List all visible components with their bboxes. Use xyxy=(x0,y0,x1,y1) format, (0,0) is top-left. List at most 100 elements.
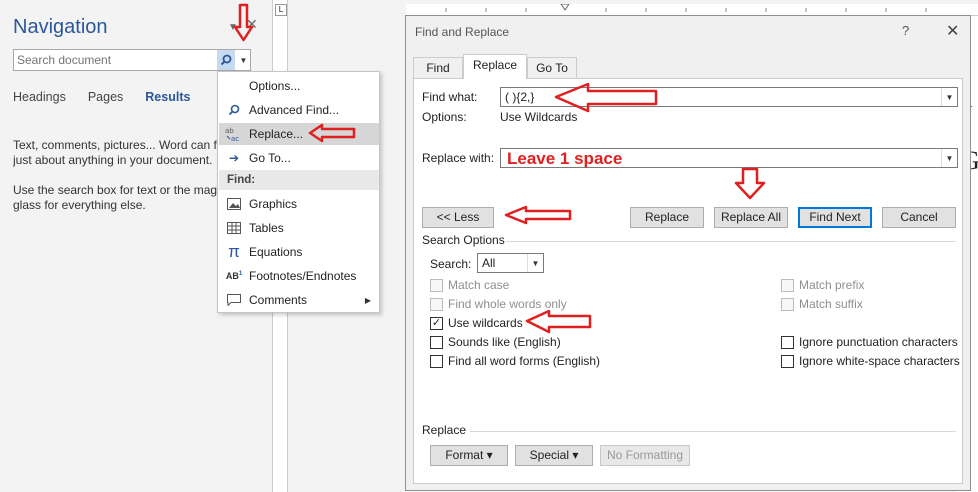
search-button[interactable] xyxy=(217,50,235,70)
menu-item-advanced-find[interactable]: Advanced Find... xyxy=(219,99,379,121)
search-direction-label: Search: xyxy=(430,257,472,271)
search-options-menu: Options... Advanced Find... ab ac Replace… xyxy=(217,71,380,313)
checkbox-label: Match case xyxy=(448,278,510,292)
search-options-label: Search Options xyxy=(422,233,505,247)
picture-icon xyxy=(219,198,249,210)
less-button[interactable]: << Less xyxy=(422,207,494,228)
checkbox-box xyxy=(781,278,794,292)
table-icon xyxy=(219,222,249,234)
menu-item-replace[interactable]: ab ac Replace... xyxy=(219,123,379,145)
svg-text:ac: ac xyxy=(231,135,239,142)
replace-with-label: Replace with: xyxy=(422,151,495,165)
menu-item-comments[interactable]: Comments ▶ xyxy=(219,289,379,311)
options-value: Use Wildcards xyxy=(500,110,578,124)
use-wildcards-checkbox[interactable]: ✓ Use wildcards xyxy=(430,316,523,330)
match-case-checkbox[interactable]: Match case xyxy=(430,278,509,292)
divider xyxy=(470,431,956,432)
tab-pages[interactable]: Pages xyxy=(88,90,123,104)
search-input[interactable] xyxy=(14,50,216,70)
dialog-title: Find and Replace xyxy=(415,25,510,39)
search-direction-value: All xyxy=(482,256,496,270)
checkbox-box xyxy=(781,354,794,368)
checkbox-label: Match suffix xyxy=(799,297,863,311)
help-button[interactable]: ? xyxy=(902,23,909,38)
find-what-field[interactable]: ( ){2,} ▼ xyxy=(500,87,958,107)
checkbox-label: Ignore punctuation characters xyxy=(799,335,958,349)
tab-replace[interactable]: Replace xyxy=(463,54,527,79)
ignore-whitespace-checkbox[interactable]: Ignore white-space characters xyxy=(781,354,960,368)
svg-text:ab: ab xyxy=(225,127,234,135)
magnifier-icon xyxy=(219,104,249,116)
menu-item-label: Go To... xyxy=(249,151,291,165)
cancel-button[interactable]: Cancel xyxy=(882,207,956,228)
tab-headings[interactable]: Headings xyxy=(13,90,66,104)
replace-with-value: Leave 1 space xyxy=(507,149,623,168)
find-what-value: ( ){2,} xyxy=(505,90,535,104)
menu-item-equations[interactable]: π Equations xyxy=(219,241,379,263)
checkbox-box xyxy=(430,297,443,311)
ignore-punctuation-checkbox[interactable]: Ignore punctuation characters xyxy=(781,335,958,349)
checkbox-box xyxy=(781,335,794,349)
checkbox-label: Match prefix xyxy=(799,278,865,292)
whole-words-checkbox[interactable]: Find whole words only xyxy=(430,297,567,311)
menu-find-header: Find: xyxy=(219,170,379,190)
menu-item-label: Comments xyxy=(249,293,308,307)
checkbox-box xyxy=(430,354,443,368)
replace-section-label: Replace xyxy=(422,423,467,437)
format-button[interactable]: Format ▾ xyxy=(430,445,508,466)
sounds-like-checkbox[interactable]: Sounds like (English) xyxy=(430,335,561,349)
options-label: Options: xyxy=(422,110,467,124)
menu-item-label: Footnotes/Endnotes xyxy=(249,269,357,283)
search-direction-select[interactable]: All ▼ xyxy=(477,253,544,273)
tab-selector[interactable]: L xyxy=(275,4,287,16)
tab-find[interactable]: Find xyxy=(413,57,463,78)
tab-results[interactable]: Results xyxy=(145,90,190,104)
checkbox-box xyxy=(430,278,443,292)
menu-item-label: Tables xyxy=(249,221,284,235)
close-button[interactable]: ✕ xyxy=(946,21,959,41)
chevron-down-icon[interactable]: ▼ xyxy=(941,88,957,106)
checkmark-icon: ✓ xyxy=(430,316,443,330)
checkbox-box xyxy=(781,297,794,311)
special-button[interactable]: Special ▾ xyxy=(515,445,593,466)
replace-with-field[interactable]: Leave 1 space ▼ xyxy=(500,148,958,168)
word-forms-checkbox[interactable]: Find all word forms (English) xyxy=(430,354,600,368)
replace-all-button[interactable]: Replace All xyxy=(714,207,788,228)
nav-help-line: just about anything in your document. xyxy=(13,153,213,167)
checkbox-label: Find all word forms (English) xyxy=(448,354,601,368)
replace-button[interactable]: Replace xyxy=(630,207,704,228)
tab-goto[interactable]: Go To xyxy=(527,57,577,78)
pane-close-icon[interactable]: ✕ xyxy=(246,16,258,33)
magnifier-icon xyxy=(220,54,232,66)
nav-help-line: Text, comments, pictures... Word can f xyxy=(13,138,217,152)
menu-item-label: Equations xyxy=(249,245,303,259)
checkbox-label: Ignore white-space characters xyxy=(799,354,960,368)
menu-item-options[interactable]: Options... xyxy=(219,75,379,97)
match-prefix-checkbox[interactable]: Match prefix xyxy=(781,278,864,292)
arrow-right-icon: ➔ xyxy=(228,151,240,165)
menu-item-goto[interactable]: ➔ Go To... xyxy=(219,147,379,169)
replace-tab-panel: Find what: ( ){2,} ▼ Options: Use Wildca… xyxy=(413,78,963,484)
menu-item-footnotes[interactable]: AB 1 Footnotes/Endnotes xyxy=(219,265,379,287)
search-dropdown-button[interactable]: ▼ xyxy=(236,50,251,70)
pane-options-icon[interactable]: ▼ xyxy=(228,22,238,33)
checkbox-label: Use wildcards xyxy=(448,316,523,330)
footnote-icon: AB 1 xyxy=(225,271,243,281)
menu-item-graphics[interactable]: Graphics xyxy=(219,193,379,215)
no-formatting-button[interactable]: No Formatting xyxy=(600,445,690,466)
divider xyxy=(506,241,956,242)
menu-item-label: Graphics xyxy=(249,197,298,211)
chevron-down-icon[interactable]: ▼ xyxy=(527,254,543,272)
find-next-button[interactable]: Find Next xyxy=(798,207,872,228)
menu-item-tables[interactable]: Tables xyxy=(219,217,379,239)
match-suffix-checkbox[interactable]: Match suffix xyxy=(781,297,863,311)
nav-help-text: Text, comments, pictures... Word can f ju… xyxy=(13,138,218,228)
nav-tabs: Headings Pages Results xyxy=(13,90,190,104)
chevron-down-icon[interactable]: ▼ xyxy=(941,149,957,167)
nav-help-line: Use the search box for text or the magr xyxy=(13,183,218,197)
search-box: ▼ xyxy=(13,49,251,71)
replace-icon: ab ac xyxy=(219,126,249,142)
checkbox-label: Find whole words only xyxy=(448,297,567,311)
menu-item-label: Options... xyxy=(249,79,301,93)
find-replace-dialog: Find and Replace ? ✕ Find Replace Go To … xyxy=(405,15,971,491)
